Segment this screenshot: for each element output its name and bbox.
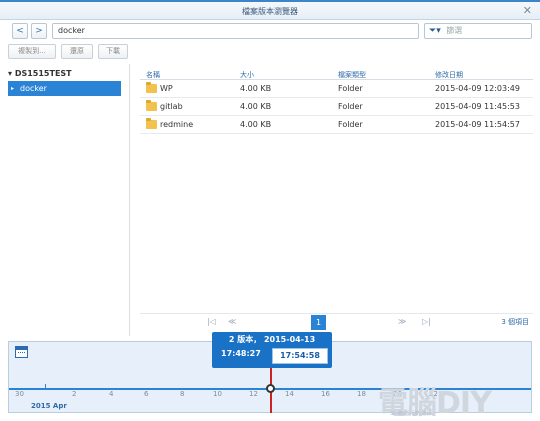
close-icon[interactable]: ✕ [523, 4, 532, 17]
filter-placeholder: 篩選 [446, 26, 463, 35]
table-row[interactable]: redmine 4.00 KB Folder 2015-04-09 11:54:… [140, 116, 533, 134]
timeline-tick: 10 [213, 390, 222, 398]
file-date: 2015-04-09 11:54:57 [435, 120, 520, 129]
timeline-tick: 30 [15, 390, 24, 398]
file-type: Folder [338, 120, 363, 129]
folder-icon [146, 100, 157, 111]
version-popup-title: 2 版本， 2015-04-13 [228, 335, 316, 344]
filter-input[interactable]: ⏷▾ 篩選 [424, 23, 532, 39]
tree-item-docker[interactable]: ▸ docker [8, 81, 121, 96]
prev-page-icon[interactable]: ≪ [228, 317, 236, 326]
download-button[interactable]: 下載 [98, 44, 128, 59]
table-row[interactable]: gitlab 4.00 KB Folder 2015-04-09 11:45:5… [140, 98, 533, 116]
filter-icon[interactable]: ⏷▾ [429, 26, 441, 36]
file-type: Folder [338, 102, 363, 111]
file-date: 2015-04-09 11:45:53 [435, 102, 520, 111]
timeline-tick: 18 [357, 390, 366, 398]
collapsed-arrow-icon[interactable]: ▸ [11, 81, 14, 96]
timeline-tick: 14 [285, 390, 294, 398]
column-header-size[interactable]: 大小 [240, 70, 254, 80]
copy-to-button[interactable]: 複製到... [8, 44, 56, 59]
column-header-date[interactable]: 修改日期 [435, 70, 463, 80]
restore-button[interactable]: 還原 [61, 44, 93, 59]
file-name: gitlab [160, 102, 183, 111]
tree-root-label: DS1515TEST [14, 69, 72, 78]
folder-tree: ▾ DS1515TEST ▸ docker [8, 64, 130, 336]
column-header-type[interactable]: 檔案類型 [338, 70, 366, 80]
table-header: 名稱 大小 檔案類型 修改日期 [140, 67, 533, 80]
tree-root[interactable]: ▾ DS1515TEST [8, 69, 72, 78]
file-size: 4.00 KB [240, 120, 272, 129]
timeline-tick: 8 [180, 390, 185, 398]
version-popup: 2 版本， 2015-04-13 17:48:27 17:54:58 [212, 332, 332, 368]
next-page-icon[interactable]: ≫ [398, 317, 406, 326]
current-page[interactable]: 1 [311, 315, 326, 330]
timeline-tick: 2 [72, 390, 77, 398]
file-size: 4.00 KB [240, 84, 272, 93]
version-time-2[interactable]: 17:54:58 [272, 348, 328, 364]
first-page-icon[interactable]: |◁ [207, 317, 216, 326]
table-row[interactable]: WP 4.00 KB Folder 2015-04-09 12:03:49 [140, 80, 533, 98]
file-name: redmine [160, 120, 194, 129]
timeline-tick: 6 [144, 390, 149, 398]
watermark-logo: 電腦DIY 3C·數位·行動·通訊 [378, 378, 528, 421]
column-header-name[interactable]: 名稱 [146, 70, 160, 80]
file-type: Folder [338, 84, 363, 93]
file-size: 4.00 KB [240, 102, 272, 111]
timeline-tick: 12 [249, 390, 258, 398]
pagination-bar: |◁ ≪ 1 ≫ ▷| 3 個項目 [140, 313, 533, 330]
navigation-bar: < > docker ⏷▾ 篩選 [0, 22, 540, 42]
file-name: WP [160, 84, 173, 93]
calendar-icon[interactable] [15, 346, 28, 358]
forward-button[interactable]: > [31, 23, 47, 39]
timeline-tick: 4 [109, 390, 114, 398]
folder-icon [146, 82, 157, 93]
timeline-month-label: 2015 Apr [31, 402, 67, 410]
timeline-handle[interactable] [266, 384, 275, 393]
tree-item-label: docker [20, 84, 47, 93]
action-toolbar: 複製到... 還原 下載 [0, 43, 540, 61]
version-time-1[interactable]: 17:48:27 [221, 349, 261, 358]
window-titlebar: 檔案版本瀏覽器 ✕ [0, 0, 540, 20]
expand-arrow-icon[interactable]: ▾ [8, 69, 15, 78]
folder-icon [146, 118, 157, 129]
path-field[interactable]: docker [52, 23, 419, 39]
file-date: 2015-04-09 12:03:49 [435, 84, 520, 93]
last-page-icon[interactable]: ▷| [422, 317, 431, 326]
back-button[interactable]: < [12, 23, 28, 39]
logo-slogan: 3C·數位·行動·通訊 [390, 411, 432, 417]
month-tick-line [45, 384, 46, 388]
item-count: 3 個項目 [501, 318, 529, 326]
timeline-tick: 16 [321, 390, 330, 398]
file-table: 名稱 大小 檔案類型 修改日期 WP 4.00 KB Folder 2015-0… [140, 67, 533, 134]
window-title: 檔案版本瀏覽器 [242, 7, 298, 16]
